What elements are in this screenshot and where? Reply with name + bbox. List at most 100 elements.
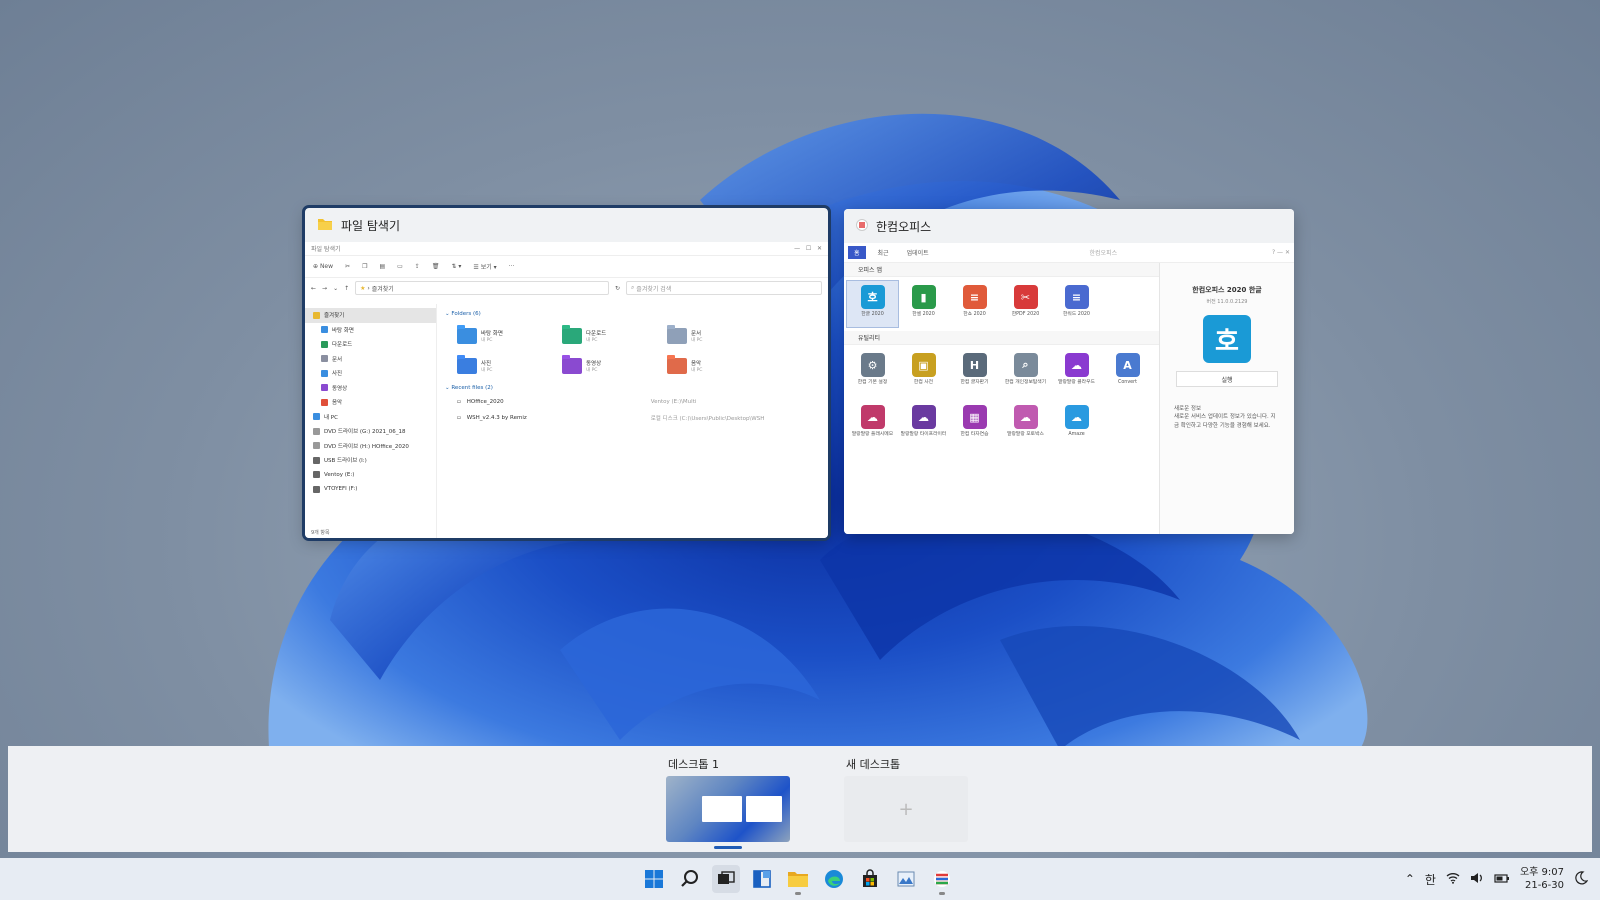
app-tile[interactable]: ☁ 말랑말랑 타이프라이터 bbox=[898, 401, 949, 447]
more-button[interactable]: ··· bbox=[509, 263, 515, 270]
folders-section-header[interactable]: ⌄ Folders (6) bbox=[445, 308, 820, 320]
app-label: 한셀 2020 bbox=[912, 312, 935, 317]
cut-icon[interactable]: ✂ bbox=[345, 263, 350, 270]
sort-icon[interactable]: ⇅ ▾ bbox=[451, 263, 461, 270]
rename-icon[interactable]: ▭ bbox=[397, 263, 403, 270]
file-explorer-taskbar-button[interactable] bbox=[784, 865, 812, 895]
focus-assist-icon[interactable] bbox=[1574, 870, 1589, 888]
nav-item-icon bbox=[313, 413, 320, 421]
new-desktop-button[interactable]: + bbox=[844, 776, 968, 842]
explorer-address-row: ← → ⌄ ↑ ★ › 즐겨찾기 ↻ ⌕ 즐겨찾기 검색 bbox=[305, 278, 828, 298]
file-explorer-window[interactable]: 파일 탐색기 파일 탐색기 — ☐ ✕ ⊕ New ✂ ❐ ▤ ▭ ⇪ 🗑 ⇅ … bbox=[302, 205, 831, 541]
back-icon[interactable]: ← bbox=[311, 285, 316, 292]
app-tile[interactable]: ⚙ 한컴 기본 설정 bbox=[847, 349, 898, 395]
nav-item[interactable]: 다운로드 bbox=[305, 337, 436, 352]
address-bar[interactable]: ★ › 즐겨찾기 bbox=[355, 281, 609, 295]
ime-indicator[interactable]: 한 bbox=[1425, 871, 1436, 888]
nav-item[interactable]: 즐겨찾기 bbox=[305, 308, 436, 323]
recent-section-header[interactable]: ⌄ Recent files (2) bbox=[445, 382, 820, 394]
app-tile[interactable]: ≡ 한쇼 2020 bbox=[949, 281, 1000, 327]
nav-item[interactable]: Ventoy (E:) bbox=[305, 468, 436, 483]
run-button[interactable]: 실행 bbox=[1176, 371, 1278, 387]
app-tile[interactable]: 호 한글 2020 bbox=[846, 280, 899, 328]
desktop-1[interactable]: 데스크톱 1 bbox=[666, 756, 790, 849]
tab-home[interactable]: 홈 bbox=[848, 246, 866, 259]
forward-icon[interactable]: → bbox=[322, 285, 327, 292]
app-label: 말랑말랑 타이프라이터 bbox=[900, 432, 947, 437]
new-button[interactable]: ⊕ New bbox=[313, 263, 333, 270]
recent-file-row[interactable]: ▫ HOffice_2020 Ventoy (E:)\Multi bbox=[445, 394, 820, 410]
up-icon[interactable]: ↑ bbox=[344, 285, 349, 292]
app-tile[interactable]: ✂ 한PDF 2020 bbox=[1000, 281, 1051, 327]
nav-item[interactable]: 내 PC bbox=[305, 410, 436, 425]
photos-button[interactable] bbox=[892, 865, 920, 893]
app-tile[interactable]: ☁ 말랑말랑 포토박스 bbox=[1000, 401, 1051, 447]
chevron-up-icon[interactable]: ⌃ bbox=[1405, 872, 1415, 886]
recent-file-row[interactable]: ▫ WSH_v2.4.3 by Remiz 로컬 디스크 (C:)\Users\Pu… bbox=[445, 410, 820, 426]
copy-icon[interactable]: ❐ bbox=[362, 263, 367, 270]
refresh-icon[interactable]: ↻ bbox=[615, 285, 620, 292]
folder-item[interactable]: 동영상 내 PC bbox=[562, 354, 667, 378]
app-tile[interactable]: ☁ Amaze bbox=[1051, 401, 1102, 447]
app-icon: ☁ bbox=[1013, 405, 1038, 429]
folder-item[interactable]: 다운로드 내 PC bbox=[562, 324, 667, 348]
folder-icon bbox=[457, 358, 477, 374]
delete-icon[interactable]: 🗑 bbox=[432, 263, 440, 270]
clock[interactable]: 오후 9:07 21-6-30 bbox=[1520, 866, 1564, 893]
explorer-caption[interactable]: 파일 탐색기 bbox=[305, 208, 828, 242]
app-tile[interactable]: ⌕ 한컴 개인정보탐색기 bbox=[1000, 349, 1051, 395]
new-desktop-label: 새 데스크톱 bbox=[846, 758, 901, 771]
folder-item[interactable]: 문서 내 PC bbox=[667, 324, 772, 348]
folder-location: 내 PC bbox=[481, 368, 493, 373]
hancom-taskbar-button[interactable] bbox=[928, 865, 956, 895]
app-tile[interactable]: ☁ 말랑말랑 클라우드 bbox=[1051, 349, 1102, 395]
hancom-icon bbox=[934, 871, 950, 887]
chevron-down-icon[interactable]: ⌄ bbox=[333, 285, 338, 292]
app-tile[interactable]: ▮ 한셀 2020 bbox=[898, 281, 949, 327]
nav-item[interactable]: DVD 드라이브 (H:) HOffice_2020 bbox=[305, 439, 436, 454]
folder-item[interactable]: 사진 내 PC bbox=[457, 354, 562, 378]
paste-icon[interactable]: ▤ bbox=[379, 263, 385, 270]
share-icon[interactable]: ⇪ bbox=[415, 263, 420, 270]
folder-icon bbox=[562, 328, 582, 344]
store-button[interactable] bbox=[856, 865, 884, 893]
search-button[interactable] bbox=[676, 865, 704, 893]
volume-icon[interactable] bbox=[1470, 872, 1484, 887]
widgets-button[interactable] bbox=[748, 865, 776, 893]
wifi-icon[interactable] bbox=[1446, 872, 1460, 887]
app-tile[interactable]: ≡ 한워드 2020 bbox=[1051, 281, 1102, 327]
tab-update[interactable]: 업데이트 bbox=[901, 246, 935, 259]
nav-item[interactable]: 동영상 bbox=[305, 381, 436, 396]
nav-item[interactable]: 문서 bbox=[305, 352, 436, 367]
hancom-office-window[interactable]: 한컴오피스 홈 최근 업데이트 한컴오피스 ? — ✕ 오피스 앱 호 한글 20… bbox=[844, 209, 1294, 534]
folder-item[interactable]: 바탕 화면 내 PC bbox=[457, 324, 562, 348]
nav-item[interactable]: USB 드라이브 (I:) bbox=[305, 453, 436, 468]
folder-item[interactable]: 음악 내 PC bbox=[667, 354, 772, 378]
recent-file-path: Ventoy (E:)\Multi bbox=[650, 399, 697, 405]
nav-item[interactable]: VTOYEFI (F:) bbox=[305, 482, 436, 497]
nav-item[interactable]: 바탕 화면 bbox=[305, 323, 436, 338]
app-tile[interactable]: A Convert bbox=[1102, 349, 1153, 395]
new-desktop[interactable]: 새 데스크톱 + bbox=[844, 756, 968, 842]
app-tile[interactable]: H 한컴 글자판기 bbox=[949, 349, 1000, 395]
nav-item[interactable]: DVD 드라이브 (G:) 2021_06_18 bbox=[305, 424, 436, 439]
nav-item[interactable]: 사진 bbox=[305, 366, 436, 381]
current-desktop-indicator bbox=[714, 846, 742, 849]
app-tile[interactable]: ▣ 한컴 사전 bbox=[898, 349, 949, 395]
folder-icon bbox=[788, 872, 808, 887]
tab-recent[interactable]: 최근 bbox=[872, 246, 895, 259]
edge-button[interactable] bbox=[820, 865, 848, 893]
desktop-1-thumbnail[interactable] bbox=[666, 776, 790, 842]
nav-item[interactable]: 음악 bbox=[305, 395, 436, 410]
explorer-inner-titlebar: 파일 탐색기 — ☐ ✕ bbox=[305, 242, 828, 256]
start-button[interactable] bbox=[640, 865, 668, 893]
battery-icon[interactable] bbox=[1494, 872, 1510, 887]
app-tile[interactable]: ▦ 한컴 타자연습 bbox=[949, 401, 1000, 447]
task-view-button[interactable] bbox=[712, 865, 740, 893]
hancom-caption[interactable]: 한컴오피스 bbox=[844, 209, 1294, 243]
nav-item-icon bbox=[321, 340, 328, 348]
app-tile[interactable]: ☁ 말랑말랑 플래시메모 bbox=[847, 401, 898, 447]
search-input[interactable]: ⌕ 즐겨찾기 검색 bbox=[626, 281, 822, 295]
view-button[interactable]: ☰ 보기 ▾ bbox=[473, 262, 496, 271]
folder-name: 동영상 bbox=[586, 361, 602, 367]
